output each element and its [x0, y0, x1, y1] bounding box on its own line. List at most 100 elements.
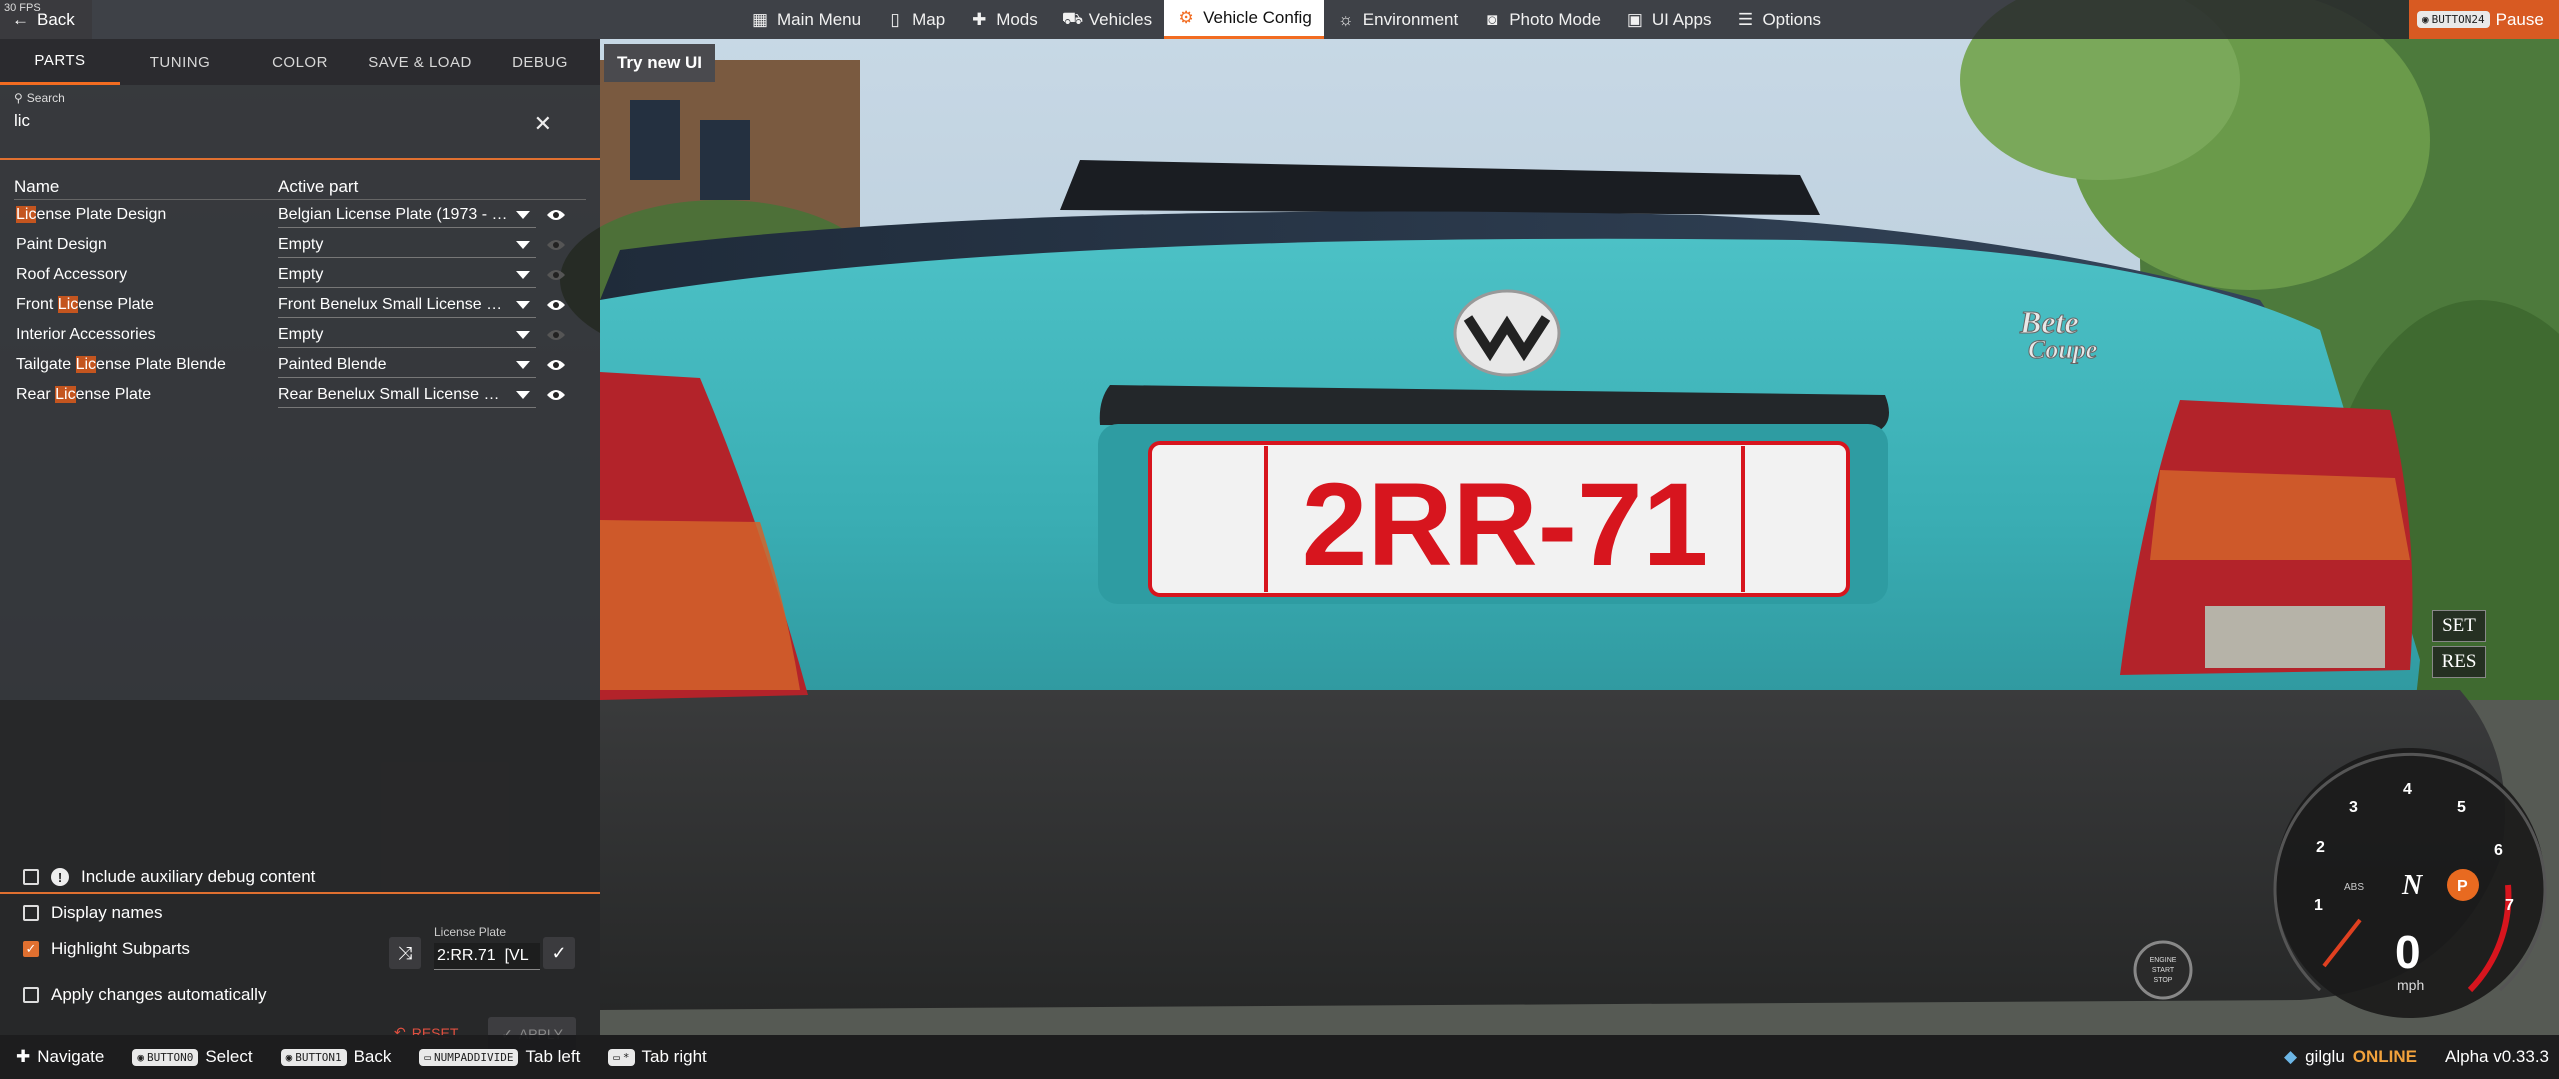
options-divider	[0, 892, 600, 894]
caret-down-icon	[516, 240, 530, 249]
apps-icon: ▣	[1626, 9, 1643, 29]
column-header-active-part: Active part	[278, 177, 359, 196]
key-hint: ▭ *	[608, 1048, 635, 1066]
option-aux-debug[interactable]: ! Include auxiliary debug content	[23, 867, 315, 887]
part-dropdown[interactable]: Empty	[278, 262, 536, 288]
name-text: ense Plate Design	[36, 206, 167, 223]
search-input[interactable]	[14, 111, 514, 131]
part-value: Empty	[278, 325, 324, 343]
part-dropdown[interactable]: Rear Benelux Small License Pla…	[278, 382, 536, 408]
license-plate-input[interactable]	[434, 943, 540, 970]
table-row[interactable]: License Plate Design Belgian License Pla…	[16, 200, 600, 230]
tab-parts[interactable]: PARTS	[0, 39, 120, 85]
hint-label: Tab left	[525, 1047, 581, 1066]
search-match-highlight: Lic	[75, 356, 97, 373]
camera-icon: ◙	[1487, 9, 1498, 29]
pause-button[interactable]: ◉ BUTTON24 Pause	[2409, 0, 2559, 39]
table-row[interactable]: Interior Accessories Empty	[16, 320, 600, 350]
parts-table: Name Active part License Plate Design Be…	[0, 169, 600, 410]
close-icon[interactable]: ✕	[534, 111, 552, 137]
option-display-names[interactable]: Display names	[23, 903, 163, 923]
speedo-tick-4: 4	[2403, 781, 2412, 798]
cruise-set-button[interactable]: SET	[2432, 610, 2486, 642]
key-label: BUTTON1	[295, 1050, 342, 1064]
confirm-check-icon[interactable]: ✓	[543, 937, 575, 969]
part-slot-name: Rear License Plate	[16, 386, 278, 404]
speedo-tick-6: 6	[2494, 842, 2503, 859]
eye-icon[interactable]	[546, 298, 566, 312]
eye-icon[interactable]	[546, 268, 566, 282]
hint-tab-left: ▭ NUMPADDIVIDE Tab left	[419, 1047, 580, 1067]
fps-counter: 30 FPS	[4, 2, 41, 14]
tab-tuning[interactable]: TUNING	[120, 39, 240, 85]
key-hint: ▭ NUMPADDIVIDE	[419, 1048, 519, 1066]
key-label: NUMPADDIVIDE	[434, 1050, 514, 1064]
menu-environment[interactable]: ☼ Environment	[1324, 0, 1470, 39]
gamepad-button-icon: ◉	[2422, 13, 2429, 26]
menu-options[interactable]: ☰ Options	[1723, 0, 1833, 39]
username: gilglu	[2305, 1047, 2345, 1066]
menu-mods[interactable]: ✚ Mods	[957, 0, 1050, 39]
speed-unit: mph	[2397, 977, 2424, 993]
option-highlight-subparts[interactable]: ✓ Highlight Subparts	[23, 939, 190, 959]
online-status: ONLINE	[2352, 1047, 2418, 1066]
key-label: *	[622, 1050, 630, 1064]
part-dropdown[interactable]: Empty	[278, 322, 536, 348]
speed-readout: 0	[2395, 926, 2421, 978]
menu-map[interactable]: ▯ Map	[873, 0, 957, 39]
check-icon: ✓	[25, 941, 37, 956]
eye-icon[interactable]	[546, 328, 566, 342]
caret-down-icon	[516, 210, 530, 219]
part-value: Belgian License Plate (1973 - 2…	[278, 205, 510, 223]
part-slot-name: Roof Accessory	[16, 266, 278, 284]
key-label: BUTTON24	[2431, 13, 2485, 26]
user-status[interactable]: ◆ gilglu ONLINE	[2284, 1047, 2417, 1067]
checkbox[interactable]	[23, 987, 39, 1003]
name-text: Roof Accessory	[16, 266, 128, 283]
eye-icon[interactable]	[546, 358, 566, 372]
eye-icon[interactable]	[546, 238, 566, 252]
checkbox[interactable]	[23, 905, 39, 921]
speedo-tick-1: 1	[2314, 897, 2323, 914]
tab-debug[interactable]: DEBUG	[480, 39, 600, 85]
key-hint: ◉ BUTTON1	[280, 1048, 347, 1066]
shuffle-icon[interactable]: ⤨	[389, 937, 421, 969]
tab-color[interactable]: COLOR	[240, 39, 360, 85]
license-plate-text: 2RR-71	[1302, 459, 1709, 591]
cruise-res-button[interactable]: RES	[2432, 646, 2486, 678]
sliders-icon: ☰	[1737, 9, 1754, 29]
option-apply-automatically[interactable]: Apply changes automatically	[23, 985, 266, 1005]
part-slot-name: Front License Plate	[16, 296, 278, 314]
menu-label: Main Menu	[777, 9, 862, 29]
table-row[interactable]: Front License Plate Front Benelux Small …	[16, 290, 600, 320]
table-row[interactable]: Paint Design Empty	[16, 230, 600, 260]
menu-label: Mods	[996, 9, 1038, 29]
pause-label: Pause	[2495, 9, 2544, 29]
menu-vehicle-config[interactable]: ⚙ Vehicle Config	[1164, 0, 1324, 39]
speedo-tick-5: 5	[2457, 799, 2466, 816]
key-label: BUTTON0	[146, 1050, 194, 1064]
checkbox[interactable]	[23, 869, 39, 885]
part-value: Painted Blende	[278, 355, 387, 373]
menu-vehicles[interactable]: ⛟ Vehicles	[1050, 0, 1164, 39]
table-row[interactable]: Rear License Plate Rear Benelux Small Li…	[16, 380, 600, 410]
part-slot-name: Interior Accessories	[16, 326, 278, 344]
checkbox-checked[interactable]: ✓	[23, 941, 39, 957]
table-row[interactable]: Tailgate License Plate Blende Painted Bl…	[16, 350, 600, 380]
part-dropdown[interactable]: Front Benelux Small License Pl…	[278, 292, 536, 318]
part-dropdown[interactable]: Painted Blende	[278, 352, 536, 378]
eye-icon[interactable]	[546, 388, 566, 402]
menu-ui-apps[interactable]: ▣ UI Apps	[1613, 0, 1724, 39]
hint-navigate: ✚ Navigate	[16, 1047, 104, 1067]
eye-icon[interactable]	[546, 208, 566, 222]
table-row[interactable]: Roof Accessory Empty	[16, 260, 600, 290]
part-value: Empty	[278, 265, 324, 283]
option-label: Include auxiliary debug content	[81, 867, 316, 886]
try-new-ui-button[interactable]: Try new UI	[604, 44, 715, 82]
car-icon: ⛟	[1061, 8, 1084, 28]
part-dropdown[interactable]: Empty	[278, 232, 536, 258]
tab-save-load[interactable]: SAVE & LOAD	[360, 39, 480, 85]
menu-main-menu[interactable]: ▦ Main Menu	[738, 0, 873, 39]
menu-photo-mode[interactable]: ◙ Photo Mode	[1470, 0, 1613, 39]
part-dropdown[interactable]: Belgian License Plate (1973 - 2…	[278, 202, 536, 228]
